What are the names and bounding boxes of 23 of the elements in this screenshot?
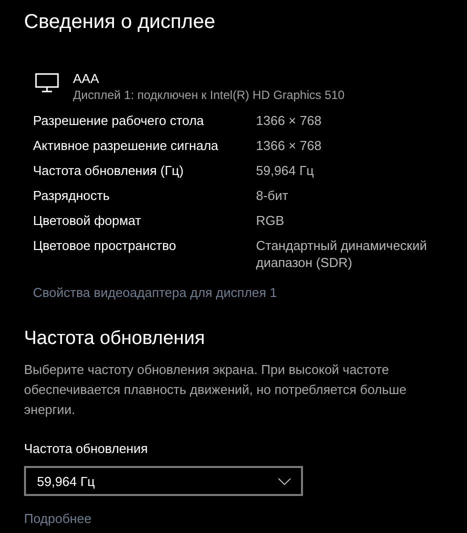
property-label: Активное разрешение сигнала [33,137,220,154]
refresh-rate-dropdown[interactable]: 59,964 Гц [24,466,303,496]
display-name: AAA [73,70,100,87]
more-info-link[interactable]: Подробнее [24,510,92,527]
property-value: RGB [256,212,286,229]
property-value: 59,964 Гц [256,162,315,179]
property-label: Разрешение рабочего стола [33,112,205,129]
page-title: Сведения о дисплее [24,10,216,35]
property-value: 8-бит [256,187,290,204]
property-value: 1366 × 768 [256,137,322,154]
property-value: 1366 × 768 [256,112,322,129]
section-description: Выберите частоту обновления экрана. При высокой частоте обеспечивается плавность движений, но потребляется больше энергии. [24,361,408,419]
property-label: Цветовой формат [33,212,142,229]
monitor-icon [35,73,59,93]
property-value: Стандартный динамический диапазон (SDR) [256,237,428,271]
property-label: Частота обновления (Гц) [33,162,185,179]
property-label: Разрядность [33,187,111,204]
section-heading: Частота обновления [24,327,206,351]
display-description: Дисплей 1: подключен к Intel(R) HD Graphics 510 [73,87,345,104]
property-label: Цветовое пространство [33,237,178,255]
field-label: Частота обновления [24,440,149,457]
adapter-properties-link[interactable]: Свойства видеоадаптера для дисплея 1 [33,284,278,301]
chevron-down-icon [278,478,291,484]
